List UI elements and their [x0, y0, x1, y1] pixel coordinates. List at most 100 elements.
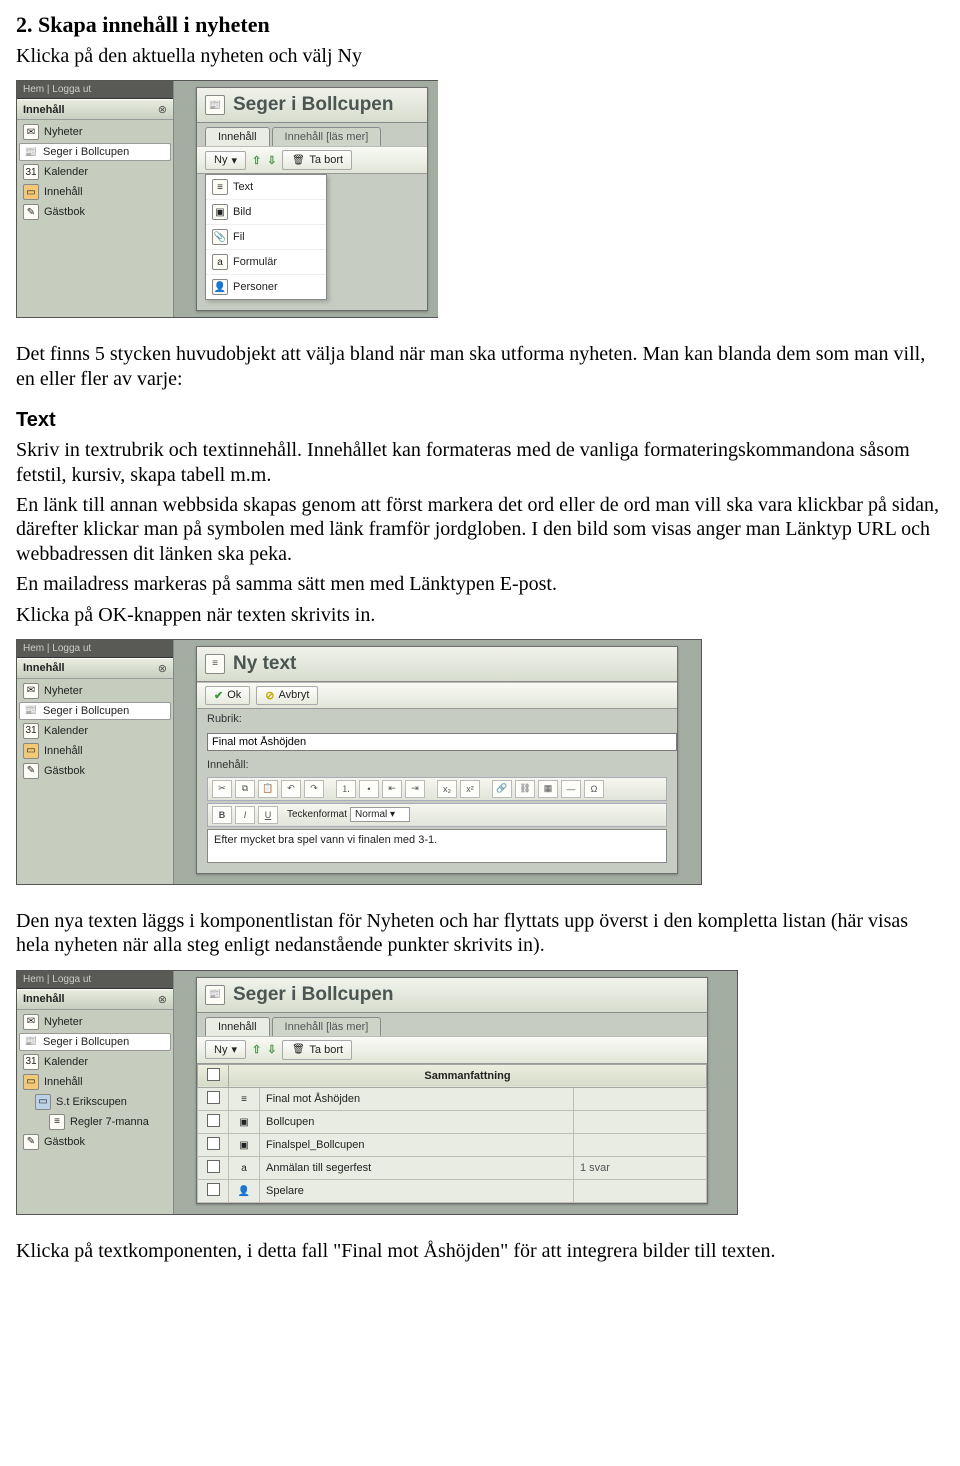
nav-innehall[interactable]: ▭Innehåll [17, 741, 173, 761]
image-icon: ▣ [239, 1140, 248, 1151]
menu-fil[interactable]: 📎Fil [206, 225, 326, 250]
col-checkbox[interactable] [198, 1064, 229, 1087]
rte-unlink-icon[interactable]: ⛓ [515, 780, 535, 798]
calendar-icon: 31 [23, 1054, 39, 1070]
row-extra [574, 1179, 707, 1202]
row-checkbox[interactable] [207, 1091, 220, 1104]
table-row[interactable]: ▣Bollcupen [198, 1110, 707, 1133]
rte-redo-icon[interactable]: ↷ [304, 780, 324, 798]
rte-outdent-icon[interactable]: ⇤ [382, 780, 402, 798]
row-checkbox[interactable] [207, 1183, 220, 1196]
person-icon: 👤 [212, 279, 228, 295]
nav-erikscupen[interactable]: ▭S.t Erikscupen [17, 1092, 173, 1112]
tab-innehall[interactable]: Innehåll [205, 127, 270, 146]
nav-gastbok[interactable]: ✎Gästbok [17, 761, 173, 781]
table-row[interactable]: ≡Final mot Åshöjden [198, 1087, 707, 1110]
row-extra [574, 1110, 707, 1133]
sidebar-header[interactable]: Innehåll ⊗ [17, 658, 173, 679]
row-checkbox[interactable] [207, 1160, 220, 1173]
sidebar-header[interactable]: Innehåll ⊗ [17, 99, 173, 120]
editor-body[interactable]: Efter mycket bra spel vann vi finalen me… [207, 829, 667, 863]
nav-seger[interactable]: 📰Seger i Bollcupen [19, 1033, 171, 1051]
menu-bild[interactable]: ▣Bild [206, 200, 326, 225]
nav-seger[interactable]: 📰Seger i Bollcupen [19, 702, 171, 720]
nav-nyheter[interactable]: ✉Nyheter [17, 1012, 173, 1032]
nav-gastbok[interactable]: ✎Gästbok [17, 202, 173, 222]
row-label: Bollcupen [260, 1110, 574, 1133]
rte-table-icon[interactable]: ▦ [538, 780, 558, 798]
table-row[interactable]: aAnmälan till segerfest1 svar [198, 1156, 707, 1179]
menu-label: Personer [233, 281, 278, 293]
ny-button[interactable]: Ny▾ [205, 1040, 246, 1059]
rte-bold-icon[interactable]: B [212, 806, 232, 824]
doc-icon: ≡ [49, 1114, 65, 1130]
table-row[interactable]: 👤Spelare [198, 1179, 707, 1202]
nav-nyheter[interactable]: ✉Nyheter [17, 681, 173, 701]
tab-innehall-lasmer[interactable]: Innehåll [läs mer] [272, 127, 382, 146]
rte-copy-icon[interactable]: ⧉ [235, 780, 255, 798]
nav-nyheter[interactable]: ✉Nyheter [17, 122, 173, 142]
folder-icon: ▭ [23, 743, 39, 759]
ny-button[interactable]: Ny▾ [205, 151, 246, 170]
menu-formular[interactable]: aFormulär [206, 250, 326, 275]
rubrik-input[interactable] [207, 733, 677, 751]
sidebar-header-label: Innehåll [23, 993, 65, 1005]
paragraph-4: En mailadress markeras på samma sätt men… [16, 572, 944, 596]
nav-label: S.t Erikscupen [56, 1096, 127, 1108]
text-subheading: Text [16, 409, 944, 432]
nav-kalender[interactable]: 31Kalender [17, 1052, 173, 1072]
page-title-bar: 📰 Seger i Bollcupen [197, 978, 707, 1013]
rte-list-ol-icon[interactable]: ⒈ [336, 780, 356, 798]
nav-innehall[interactable]: ▭Innehåll [17, 182, 173, 202]
topbar-links[interactable]: Hem | Logga ut [17, 971, 173, 989]
topbar-links[interactable]: Hem | Logga ut [17, 81, 173, 99]
tabort-button[interactable]: 🗑Ta bort [282, 1040, 352, 1060]
rte-cut-icon[interactable]: ✂ [212, 780, 232, 798]
nav-seger[interactable]: 📰Seger i Bollcupen [19, 143, 171, 161]
nav-innehall[interactable]: ▭Innehåll [17, 1072, 173, 1092]
move-up-button[interactable]: ⇧ [252, 154, 261, 167]
move-down-button[interactable]: ⇩ [267, 1043, 276, 1056]
rte-char-icon[interactable]: Ω [584, 780, 604, 798]
tabort-button[interactable]: 🗑Ta bort [282, 150, 352, 170]
move-up-button[interactable]: ⇧ [252, 1043, 261, 1056]
rte-italic-icon[interactable]: I [235, 806, 255, 824]
nav-kalender[interactable]: 31Kalender [17, 721, 173, 741]
rte-paste-icon[interactable]: 📋 [258, 780, 278, 798]
ok-button[interactable]: ✔Ok [205, 686, 250, 705]
tab-innehall-lasmer[interactable]: Innehåll [läs mer] [272, 1017, 382, 1036]
delete-icon: 🗑 [291, 153, 305, 167]
rte-indent-icon[interactable]: ⇥ [405, 780, 425, 798]
menu-text[interactable]: ≡Text [206, 175, 326, 200]
sidebar-header[interactable]: Innehåll ⊗ [17, 989, 173, 1010]
rte-list-ul-icon[interactable]: • [359, 780, 379, 798]
rte-sup-icon[interactable]: x² [460, 780, 480, 798]
nav-gastbok[interactable]: ✎Gästbok [17, 1132, 173, 1152]
collapse-icon[interactable]: ⊗ [158, 993, 167, 1006]
collapse-icon[interactable]: ⊗ [158, 103, 167, 116]
menu-label: Fil [233, 231, 245, 243]
avbryt-button[interactable]: ⊘Avbryt [256, 686, 318, 705]
move-down-button[interactable]: ⇩ [267, 154, 276, 167]
menu-personer[interactable]: 👤 Personer [206, 275, 326, 299]
rte-hr-icon[interactable]: — [561, 780, 581, 798]
row-checkbox[interactable] [207, 1114, 220, 1127]
page-icon: 📰 [24, 145, 38, 159]
paragraph-3: En länk till annan webbsida skapas genom… [16, 493, 944, 566]
rte-undo-icon[interactable]: ↶ [281, 780, 301, 798]
topbar-links[interactable]: Hem | Logga ut [17, 640, 173, 658]
rte-underline-icon[interactable]: U [258, 806, 278, 824]
table-row[interactable]: ▣Finalspel_Bollcupen [198, 1133, 707, 1156]
row-label: Spelare [260, 1179, 574, 1202]
page-title-bar: 📰 Seger i Bollcupen [197, 88, 427, 123]
rte-link-icon[interactable]: 🔗 [492, 780, 512, 798]
rte-sub-icon[interactable]: x₂ [437, 780, 457, 798]
collapse-icon[interactable]: ⊗ [158, 662, 167, 675]
tab-innehall[interactable]: Innehåll [205, 1017, 270, 1036]
page-title: Ny text [233, 653, 296, 675]
text-icon: ≡ [205, 654, 225, 674]
row-checkbox[interactable] [207, 1137, 220, 1150]
format-select[interactable]: Normal ▾ [350, 807, 410, 822]
nav-regler[interactable]: ≡Regler 7-manna [17, 1112, 173, 1132]
nav-kalender[interactable]: 31Kalender [17, 162, 173, 182]
